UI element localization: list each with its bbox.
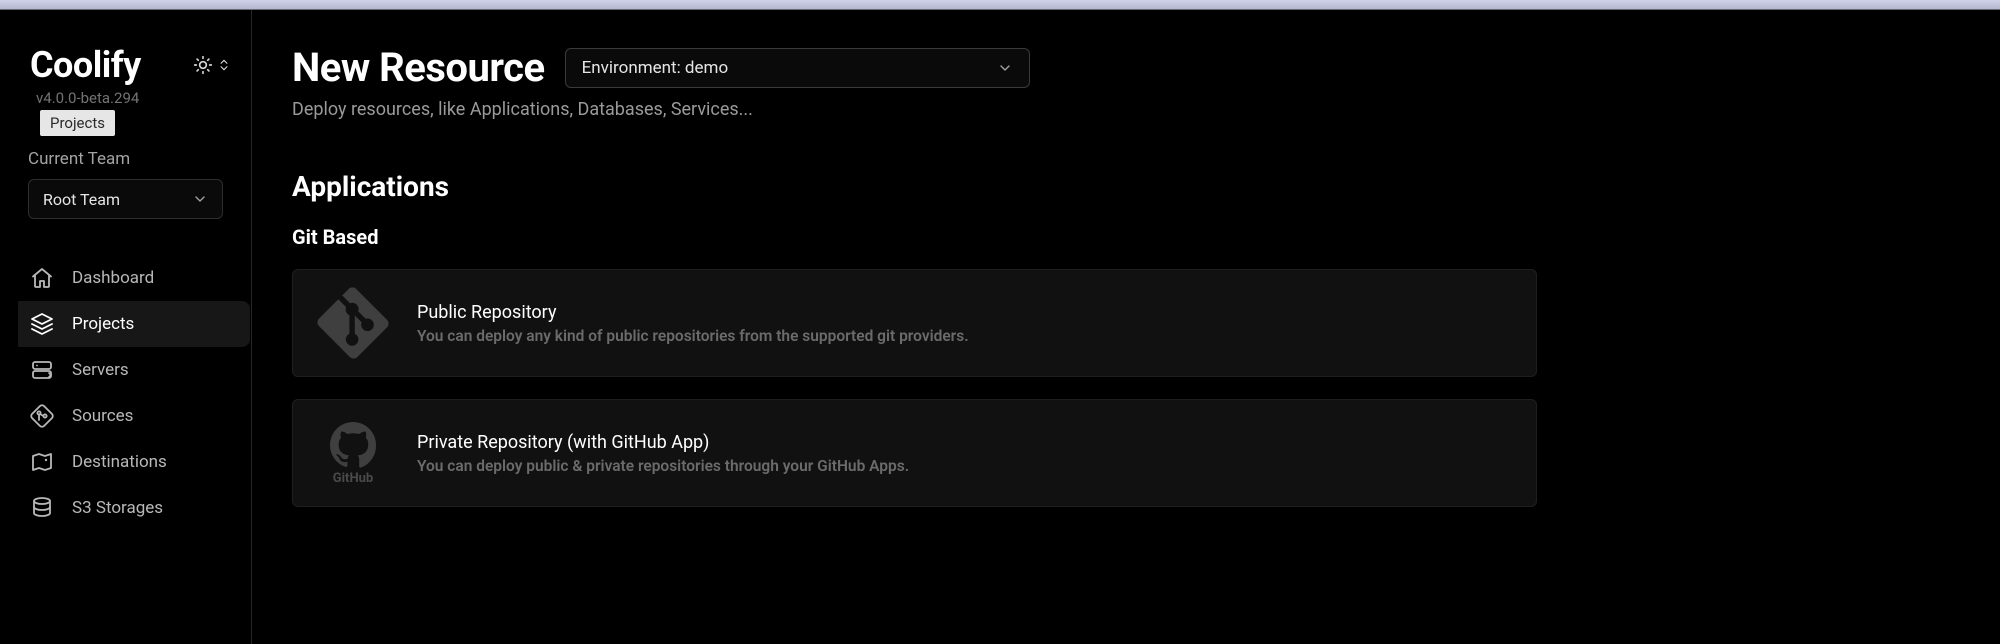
sidebar-nav: Dashboard Projects Servers Sources [0, 255, 251, 531]
layers-icon [30, 312, 54, 336]
chevron-down-icon [997, 60, 1013, 76]
git-logo-icon [317, 287, 389, 359]
map-icon [30, 450, 54, 474]
sidebar: Coolify v4.0.0-beta.294 Projects Current… [0, 10, 252, 644]
sidebar-item-label: Destinations [72, 452, 167, 472]
applications-heading: Applications [292, 170, 1960, 203]
main-content: New Resource Environment: demo Deploy re… [252, 10, 2000, 644]
sidebar-item-sources[interactable]: Sources [18, 393, 250, 439]
app-root: Coolify v4.0.0-beta.294 Projects Current… [0, 10, 2000, 644]
chevron-down-icon [192, 191, 208, 207]
environment-select[interactable]: Environment: demo [565, 48, 1030, 88]
page-title: New Resource [292, 44, 545, 91]
brand-row: Coolify [0, 44, 251, 86]
git-based-heading: Git Based [292, 225, 1960, 249]
sidebar-item-label: Sources [72, 406, 133, 426]
chevrons-vertical-icon [217, 56, 231, 74]
title-row: New Resource Environment: demo [292, 44, 1960, 91]
page-subtitle: Deploy resources, like Applications, Dat… [292, 99, 1960, 120]
github-logo-icon: GitHub [317, 417, 389, 489]
card-description: You can deploy any kind of public reposi… [417, 327, 969, 345]
sidebar-item-projects[interactable]: Projects [18, 301, 250, 347]
sidebar-item-dashboard[interactable]: Dashboard [18, 255, 250, 301]
team-select[interactable]: Root Team [28, 179, 223, 219]
card-text: Private Repository (with GitHub App) You… [417, 432, 909, 475]
environment-select-value: Environment: demo [582, 58, 729, 78]
tooltip-projects: Projects [40, 110, 115, 136]
card-description: You can deploy public & private reposito… [417, 457, 909, 475]
sidebar-item-servers[interactable]: Servers [18, 347, 250, 393]
sidebar-item-label: Dashboard [72, 268, 154, 288]
window-chrome-top [0, 0, 2000, 10]
theme-toggle[interactable] [193, 55, 231, 75]
database-icon [30, 496, 54, 520]
sun-icon [193, 55, 213, 75]
card-public-repository[interactable]: Public Repository You can deploy any kin… [292, 269, 1537, 377]
git-icon [30, 404, 54, 428]
card-text: Public Repository You can deploy any kin… [417, 302, 969, 345]
sidebar-item-s3storages[interactable]: S3 Storages [18, 485, 250, 531]
sidebar-item-label: S3 Storages [72, 498, 163, 518]
github-word: GitHub [333, 471, 373, 486]
team-select-value: Root Team [43, 190, 120, 209]
home-icon [30, 266, 54, 290]
card-title: Private Repository (with GitHub App) [417, 432, 909, 453]
card-title: Public Repository [417, 302, 969, 323]
sidebar-item-destinations[interactable]: Destinations [18, 439, 250, 485]
card-private-repository-github-app[interactable]: GitHub Private Repository (with GitHub A… [292, 399, 1537, 507]
resource-cards: Public Repository You can deploy any kin… [292, 269, 1960, 507]
brand-title: Coolify [30, 44, 141, 86]
team-section-label: Current Team [0, 107, 251, 169]
version-label: v4.0.0-beta.294 [0, 86, 251, 107]
server-icon [30, 358, 54, 382]
sidebar-item-label: Projects [72, 314, 134, 334]
sidebar-item-label: Servers [72, 360, 129, 380]
